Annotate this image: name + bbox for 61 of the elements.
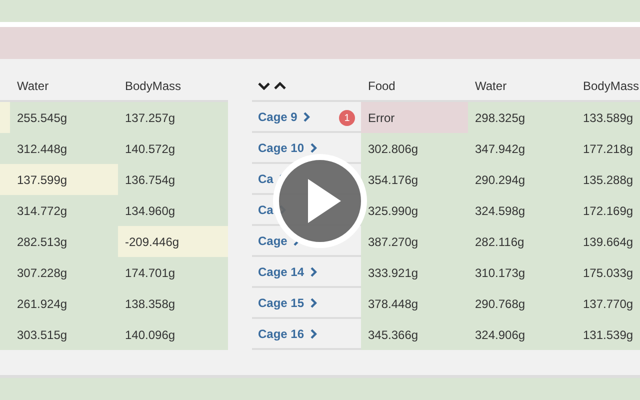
table-cell: 282.116g <box>468 226 576 257</box>
cage-link[interactable]: Ca <box>258 202 274 216</box>
table-cell: 307.228g <box>0 257 118 288</box>
table-cell: 137.599g <box>0 164 118 195</box>
cage-link[interactable]: Cage 15 <box>258 296 304 310</box>
table-cell: 314.772g <box>0 195 118 226</box>
table-cell: 290.294g <box>468 164 576 195</box>
table-cell: 325.990g <box>361 195 468 226</box>
table-cell: 312.448g <box>0 133 118 164</box>
table-cell: 347.942g <box>468 133 576 164</box>
table-cell: 302.806g <box>361 133 468 164</box>
sort-up-icon[interactable] <box>274 82 286 90</box>
sort-down-icon[interactable] <box>258 82 270 90</box>
table-cell: 290.768g <box>468 288 576 319</box>
table-cell: 345.366g <box>361 319 468 350</box>
column-header: Water <box>16 78 50 92</box>
table-cell: 387.270g <box>361 226 468 257</box>
table-cell: 135.288g <box>576 164 640 195</box>
table-cell: 282.513g <box>0 226 118 257</box>
error-count-badge: 1 <box>339 110 355 126</box>
table-cell: 303.515g <box>0 319 118 350</box>
table-cell: 174.701g <box>118 257 228 288</box>
chevron-right-icon <box>310 298 318 308</box>
table-cell: 324.906g <box>468 319 576 350</box>
table-cell: 136.754g <box>118 164 228 195</box>
table-cell: 175.033g <box>576 257 640 288</box>
cage-link[interactable]: Cage 10 <box>258 140 304 154</box>
table-cell: 310.173g <box>468 257 576 288</box>
table-cell: 139.664g <box>576 226 640 257</box>
cage-link[interactable]: Cage 14 <box>258 264 304 278</box>
table-cell: Error <box>361 102 468 133</box>
table-cell: 354.176g <box>361 164 468 195</box>
table-cell: 255.545g <box>10 102 118 133</box>
table-cell: 140.572g <box>118 133 228 164</box>
table-cell: 140.096g <box>118 319 228 350</box>
table-cell: 134.960g <box>118 195 228 226</box>
table-cell: 137.770g <box>576 288 640 319</box>
cage-link[interactable]: Cage 9 <box>258 110 298 124</box>
column-header: BodyMass <box>124 78 182 92</box>
table-cell: 261.924g <box>0 288 118 319</box>
chevron-right-icon <box>310 266 318 276</box>
table-cell: 131.539g <box>576 319 640 350</box>
column-header: Food <box>367 78 396 92</box>
table-cell: 378.448g <box>361 288 468 319</box>
table-cell: 324.598g <box>468 195 576 226</box>
column-header: Water <box>474 78 508 92</box>
cage-link[interactable]: Ca <box>258 172 274 186</box>
table-cell: 177.218g <box>576 133 640 164</box>
table-cell: -209.446g <box>118 226 228 257</box>
cage-link[interactable]: Cage <box>258 234 288 248</box>
chevron-right-icon <box>310 142 318 152</box>
chevron-right-icon <box>303 112 310 122</box>
cage-link[interactable]: Cage 16 <box>258 326 304 340</box>
table-cell: 137.257g <box>118 102 228 133</box>
table-cell: 138.358g <box>118 288 228 319</box>
table-cell: 298.325g <box>468 102 576 133</box>
table-cell: 133.589g <box>576 102 640 133</box>
chevron-right-icon <box>310 328 318 338</box>
table-cell: 333.921g <box>361 257 468 288</box>
table-cell: 172.169g <box>576 195 640 226</box>
column-header: BodyMass <box>582 78 640 92</box>
